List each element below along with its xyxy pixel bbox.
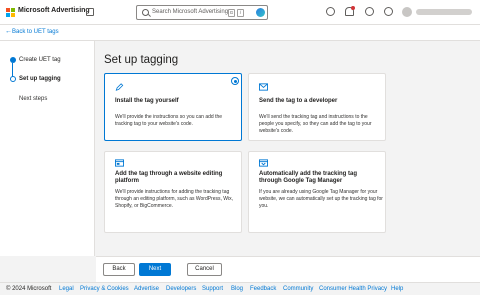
footer-link-support[interactable]: Support: [202, 286, 223, 292]
microsoft-logo-icon: [6, 8, 15, 17]
selected-radio-icon[interactable]: [231, 77, 239, 85]
website-editor-icon: [115, 159, 124, 167]
step-connector: [12, 63, 13, 77]
search-box[interactable]: Search Microsoft Advertising G /: [136, 5, 268, 20]
card-description: We'll provide the instructions so you ca…: [115, 114, 223, 127]
footer-link-blog[interactable]: Blog: [231, 286, 243, 292]
notification-dot: [351, 6, 355, 10]
footer-link-consumer-health-privacy[interactable]: Consumer Health Privacy: [319, 286, 387, 292]
next-button[interactable]: Next: [139, 263, 171, 276]
back-arrow-icon[interactable]: ←: [5, 28, 12, 35]
footer-link-community[interactable]: Community: [283, 286, 313, 292]
pen-icon: [115, 83, 124, 91]
card-description: We'll send the tracking tag and instruct…: [259, 114, 372, 134]
option-card-google-tag-manager[interactable]: Automatically add the tracking tag throu…: [248, 151, 386, 233]
copyright: © 2024 Microsoft: [6, 286, 52, 292]
search-icon: [142, 9, 149, 16]
tools-icon[interactable]: [86, 8, 94, 16]
step-complete-icon: [10, 57, 16, 63]
mail-icon: [259, 83, 268, 91]
cancel-button[interactable]: Cancel: [187, 263, 222, 276]
step-create-uet-tag[interactable]: Create UET tag: [19, 57, 61, 63]
card-description: We'll provide instructions for adding th…: [115, 189, 234, 209]
settings-gear-icon[interactable]: [384, 7, 393, 16]
footer-link-developers[interactable]: Developers: [166, 286, 196, 292]
step-current-icon: [10, 76, 16, 82]
option-card-install-yourself[interactable]: Install the tag yourself We'll provide t…: [104, 73, 242, 141]
footer-link-advertise[interactable]: Advertise: [134, 286, 159, 292]
avatar[interactable]: [402, 7, 412, 17]
shortcut-key-slash: /: [237, 9, 244, 17]
main-content: Set up tagging Install the tag yourself …: [96, 41, 480, 256]
back-bar: ← Back to UET tags: [0, 25, 480, 41]
card-title: Install the tag yourself: [115, 98, 179, 104]
accounts-icon[interactable]: [326, 7, 335, 16]
card-title: Automatically add the tracking tag throu…: [259, 171, 358, 184]
option-card-send-to-developer[interactable]: Send the tag to a developer We'll send t…: [248, 73, 386, 141]
brand-name[interactable]: Microsoft Advertising: [18, 7, 90, 14]
card-description: If you are already using Google Tag Mana…: [259, 189, 383, 209]
top-bar: Microsoft Advertising Search Microsoft A…: [0, 0, 480, 25]
action-bar: Back Next Cancel: [96, 256, 480, 282]
footer-link-help[interactable]: Help: [391, 286, 403, 292]
back-to-uet-tags-link[interactable]: Back to UET tags: [12, 29, 59, 35]
search-placeholder[interactable]: Search Microsoft Advertising: [152, 9, 228, 15]
setup-stepper: Create UET tag Set up tagging Next steps: [0, 41, 95, 256]
option-card-website-editing-platform[interactable]: Add the tag through a website editing pl…: [104, 151, 242, 233]
footer-link-feedback[interactable]: Feedback: [250, 286, 276, 292]
card-title: Add the tag through a website editing pl…: [115, 171, 223, 184]
copilot-icon[interactable]: [256, 8, 265, 17]
page-title: Set up tagging: [104, 54, 179, 66]
account-name-redacted[interactable]: [416, 9, 472, 15]
page-footer: © 2024 Microsoft Legal Privacy & Cookies…: [0, 282, 480, 295]
help-icon[interactable]: [365, 7, 374, 16]
shortcut-key-g: G: [228, 9, 235, 17]
footer-link-privacy[interactable]: Privacy & Cookies: [80, 286, 129, 292]
card-title: Send the tag to a developer: [259, 98, 338, 104]
step-next-steps: Next steps: [19, 96, 48, 102]
back-button[interactable]: Back: [103, 263, 135, 276]
step-set-up-tagging: Set up tagging: [19, 76, 61, 82]
tag-manager-icon: [259, 159, 268, 167]
footer-link-legal[interactable]: Legal: [59, 286, 74, 292]
